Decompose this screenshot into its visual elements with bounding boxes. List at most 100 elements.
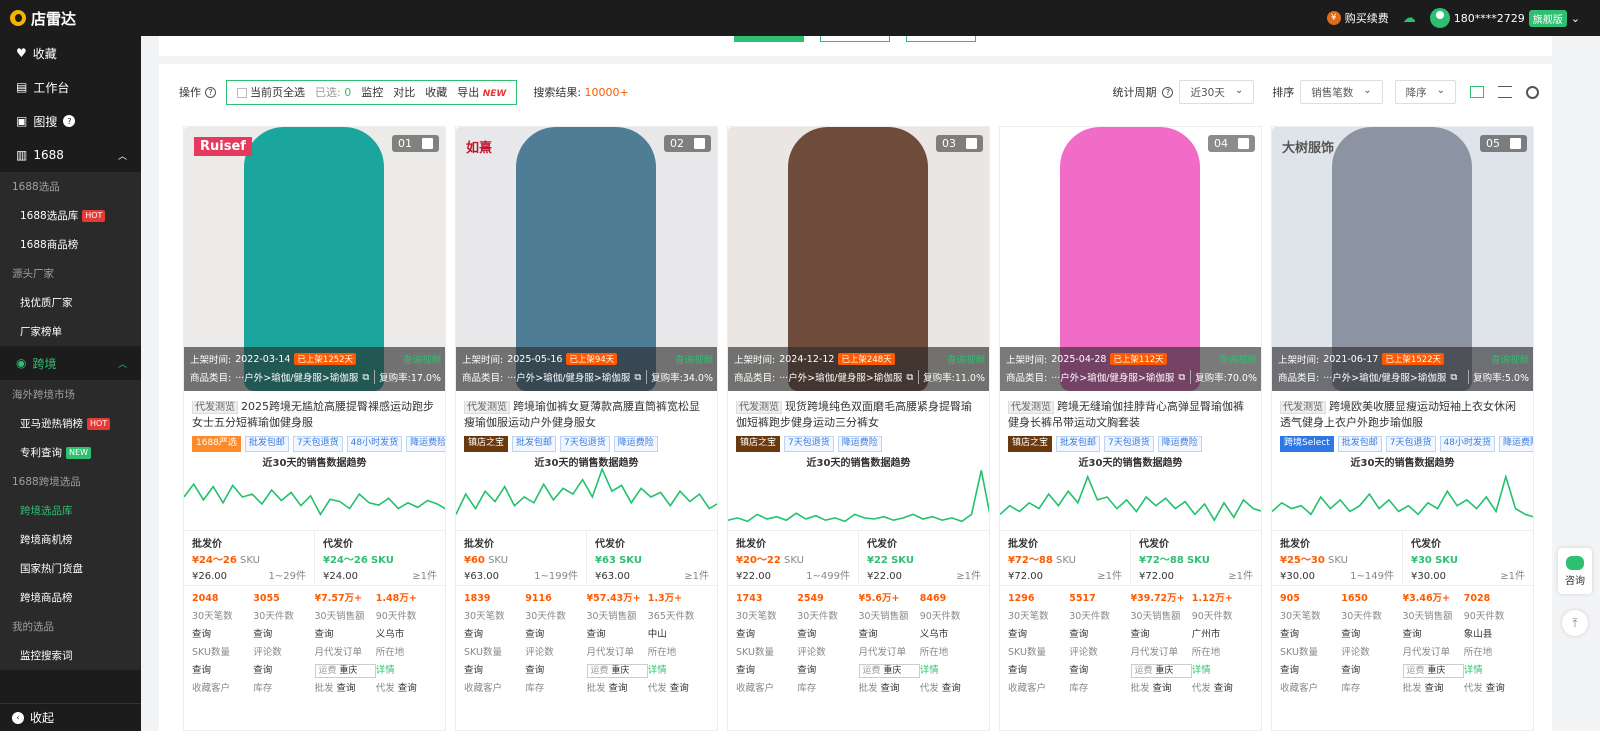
query-link[interactable]: 查询 [736,626,797,644]
freight-input[interactable]: 运费 重庆 [1402,664,1464,678]
help-icon[interactable]: ? [1162,86,1174,98]
query-link[interactable]: 查询 [1008,626,1069,644]
buy-renew-button[interactable]: ¥ 购买续费 [1326,10,1389,26]
copy-icon[interactable]: ⧉ [362,372,369,383]
query-link[interactable]: 查询 [1486,683,1505,694]
freight-input[interactable]: 运费 重庆 [1130,664,1192,678]
select-checkbox[interactable] [1510,138,1521,149]
product-card[interactable]: 04 上架时间: 2025-04-28 已上架112天 查询视频 商品类目: ···户外>瑜… [999,126,1262,731]
app-logo[interactable]: 店雷达 [10,8,76,29]
query-video-link[interactable]: 查询视频 [403,352,441,366]
query-link[interactable]: 查询 [192,626,253,644]
proxy-preview-tag[interactable]: 代发测览 [1280,401,1326,414]
query-link[interactable]: 查询 [1341,626,1402,644]
sidebar-subitem[interactable]: 监控搜索词 [0,641,141,670]
sidebar-item-workbench[interactable]: ▤ 工作台 [0,70,141,104]
product-card[interactable]: 03 上架时间: 2024-12-12 已上架248天 查询视频 商品类目: ···户外>瑜… [727,126,990,731]
sort-order-select[interactable]: 降序 [1394,80,1456,104]
query-link[interactable]: 查询 [670,683,689,694]
sidebar-subitem[interactable]: 厂家榜单 [0,317,141,346]
product-card[interactable]: 如熹 02 上架时间: 2025-05-16 已上架94天 查询视频 商品类目: ···户外>… [455,126,718,731]
query-link[interactable]: 查询 [797,662,858,680]
query-link[interactable]: 查询 [736,662,797,680]
user-menu[interactable]: 180****2729 旗舰版 ⌄ [1429,8,1580,28]
copy-icon[interactable]: ⧉ [1178,372,1185,383]
query-link[interactable]: 查询 [464,662,525,680]
settings-icon[interactable] [1526,85,1539,99]
sidebar-group-1688[interactable]: ▥ 1688 ︿ [0,138,141,172]
product-image[interactable]: 04 上架时间: 2025-04-28 已上架112天 查询视频 商品类目: ···户外>瑜… [1000,127,1261,391]
query-link[interactable]: 查询 [797,626,858,644]
sidebar-subitem[interactable]: 跨境商机榜 [0,525,141,554]
query-link[interactable]: 查询 [253,626,314,644]
cloud-download-icon[interactable]: ☁ [1403,11,1416,26]
sidebar-subitem[interactable]: 跨境商品榜 [0,583,141,612]
sidebar-subitem[interactable]: 跨境选品库 [0,496,141,525]
proxy-preview-tag[interactable]: 代发测览 [464,401,510,414]
product-image[interactable]: Ruisef 01 上架时间: 2022-03-14 已上架1252天 查询视频 商品类目:… [184,127,445,391]
list-view-icon[interactable] [1498,86,1512,98]
sidebar-subitem[interactable]: 1688商品榜 [0,230,141,259]
detail-link[interactable]: 详情 [1464,662,1525,680]
product-title[interactable]: 代发测览 跨境无缝瑜伽挂脖背心高弹显臀瑜伽裤健身长裤吊带运动文胸套装 [1000,391,1261,430]
period-select[interactable]: 近30天 [1179,80,1255,104]
detail-link[interactable]: 详情 [920,662,981,680]
sidebar-subitem[interactable]: 国家热门货盘 [0,554,141,583]
query-link[interactable]: 查询 [253,662,314,680]
query-link[interactable]: 查询 [1069,662,1130,680]
select-checkbox[interactable] [1238,138,1249,149]
query-link[interactable]: 查询 [525,626,586,644]
sidebar-subitem[interactable]: 亚马逊热销榜 HOT [0,409,141,438]
query-link[interactable]: 查询 [1214,683,1233,694]
sort-field-select[interactable]: 销售笔数 [1300,80,1383,104]
select-checkbox[interactable] [422,138,433,149]
copy-icon[interactable]: ⧉ [906,372,913,383]
detail-link[interactable]: 详情 [1192,662,1253,680]
monitor-button[interactable]: 监控 [361,84,383,100]
detail-link[interactable]: 详情 [648,662,709,680]
active-filter-button[interactable] [734,36,804,42]
detail-link[interactable]: 详情 [376,662,437,680]
compare-button[interactable]: 对比 [393,84,415,100]
export-button[interactable]: 导出 NEW [457,84,506,100]
product-title[interactable]: 代发测览 跨境欧美收腰显瘦运动短袖上衣女休闲透气健身上衣户外跑步瑜伽服 [1272,391,1533,430]
query-link[interactable]: 查询 [192,662,253,680]
product-image[interactable]: 大树服饰 05 上架时间: 2021-06-17 已上架1522天 查询视频 商品类目: ··… [1272,127,1533,391]
query-link[interactable]: 查询 [464,626,525,644]
product-title[interactable]: 代发测览 跨境瑜伽裤女夏薄款高腰直筒裤宽松显瘦瑜伽服运动户外健身服女 [456,391,717,430]
consult-button[interactable]: 咨询 [1558,548,1592,594]
query-video-link[interactable]: 查询视频 [1219,352,1257,366]
filter-button[interactable] [906,36,976,42]
query-link[interactable]: 查询 [881,683,900,694]
freight-input[interactable]: 运费 重庆 [858,664,920,678]
sidebar-item-image-search[interactable]: ▣ 图搜? [0,104,141,138]
product-title[interactable]: 代发测览 2025跨境无尴尬高腰提臀裸感运动跑步女士五分短裤瑜伽健身服 [184,391,445,430]
product-image[interactable]: 如熹 02 上架时间: 2025-05-16 已上架94天 查询视频 商品类目: ···户外>… [456,127,717,391]
sidebar-subitem[interactable]: 找优质厂家 [0,288,141,317]
query-video-link[interactable]: 查询视频 [1491,352,1529,366]
product-title[interactable]: 代发测览 现货跨境纯色双面磨毛高腰紧身提臀瑜伽短裤跑步健身运动三分裤女 [728,391,989,430]
sidebar-subitem[interactable]: 专利查询 NEW [0,438,141,467]
sidebar-subitem[interactable]: 1688选品库 HOT [0,201,141,230]
help-icon[interactable]: ? [205,86,216,98]
query-link[interactable]: 查询 [1403,626,1464,644]
filter-button[interactable] [820,36,890,42]
product-card[interactable]: 大树服饰 05 上架时间: 2021-06-17 已上架1522天 查询视频 商品类目: ··… [1271,126,1534,731]
query-link[interactable]: 查询 [1153,683,1172,694]
proxy-preview-tag[interactable]: 代发测览 [736,401,782,414]
back-to-top-button[interactable]: ⤒ [1562,610,1588,636]
query-link[interactable]: 查询 [1425,683,1444,694]
sidebar-group-cross-border[interactable]: ◉ 跨境 ︿ [0,346,141,380]
copy-icon[interactable]: ⧉ [634,372,641,383]
proxy-preview-tag[interactable]: 代发测览 [1008,401,1054,414]
query-link[interactable]: 查询 [942,683,961,694]
query-link[interactable]: 查询 [1131,626,1192,644]
query-link[interactable]: 查询 [525,662,586,680]
copy-icon[interactable]: ⧉ [1450,372,1457,383]
query-video-link[interactable]: 查询视频 [947,352,985,366]
query-link[interactable]: 查询 [1008,662,1069,680]
query-link[interactable]: 查询 [609,683,628,694]
query-link[interactable]: 查询 [859,626,920,644]
select-checkbox[interactable] [966,138,977,149]
sidebar-item-favorites[interactable]: ♥ 收藏 [0,36,141,70]
